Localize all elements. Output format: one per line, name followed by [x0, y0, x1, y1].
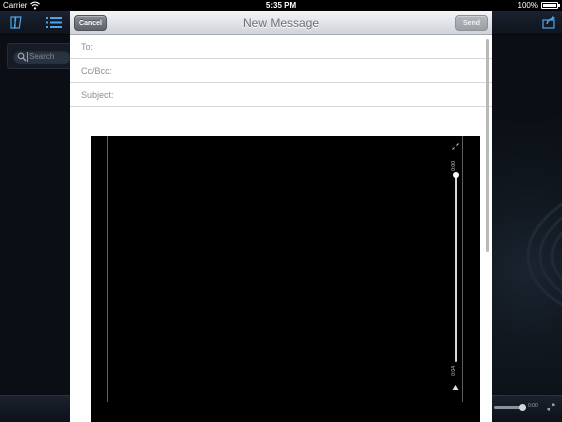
expand-icon [452, 143, 459, 150]
embedded-left-divider [107, 136, 108, 402]
message-nav-bar: New Message Cancel Send [70, 11, 492, 35]
cc-bcc-label: Cc/Bcc: [81, 66, 113, 76]
background-progress-track[interactable] [494, 406, 522, 409]
embedded-slider-bottom-label: 0:04 [451, 366, 457, 376]
background-player-time: 0:00 [528, 403, 538, 409]
background-search-input[interactable]: Search [13, 50, 71, 64]
status-time: 5:35 PM [265, 1, 297, 10]
search-icon [17, 52, 27, 62]
list-icon[interactable] [46, 17, 62, 28]
embedded-right-divider [462, 136, 463, 402]
send-button[interactable]: Send [455, 15, 488, 31]
background-search-bar: Search [7, 43, 77, 69]
background-progress-knob[interactable] [519, 404, 526, 411]
text-cursor [27, 52, 28, 62]
cc-bcc-field-row[interactable]: Cc/Bcc: [70, 59, 492, 83]
library-icon[interactable] [10, 16, 23, 29]
status-bar: Carrier 5:35 PM 100% [0, 0, 562, 11]
scroll-indicator[interactable] [486, 39, 489, 252]
embedded-slider-knob [453, 172, 459, 178]
subject-input[interactable] [126, 87, 480, 103]
to-input[interactable] [100, 39, 480, 55]
embedded-slider-track [455, 176, 457, 362]
cancel-button[interactable]: Cancel [74, 15, 107, 31]
share-icon[interactable] [542, 15, 556, 29]
battery-percent: 100% [517, 1, 538, 10]
expand-icon[interactable] [547, 403, 555, 411]
embedded-screenshot-image: 0:00 0:04 [91, 136, 480, 422]
subject-field-row[interactable]: Subject: [70, 83, 492, 107]
to-field-row[interactable]: To: [70, 35, 492, 59]
page-title: New Message [242, 16, 320, 30]
play-icon [452, 385, 459, 390]
cc-bcc-input[interactable] [120, 63, 480, 79]
to-label: To: [81, 42, 94, 52]
new-message-sheet: New Message Cancel Send To: Cc/Bcc: Subj… [70, 11, 492, 422]
background-wave-graphic [526, 202, 562, 307]
battery-icon [541, 2, 560, 9]
subject-label: Subject: [81, 90, 114, 100]
embedded-slider-top-label: 0:00 [451, 161, 457, 171]
search-placeholder: Search [29, 52, 55, 61]
